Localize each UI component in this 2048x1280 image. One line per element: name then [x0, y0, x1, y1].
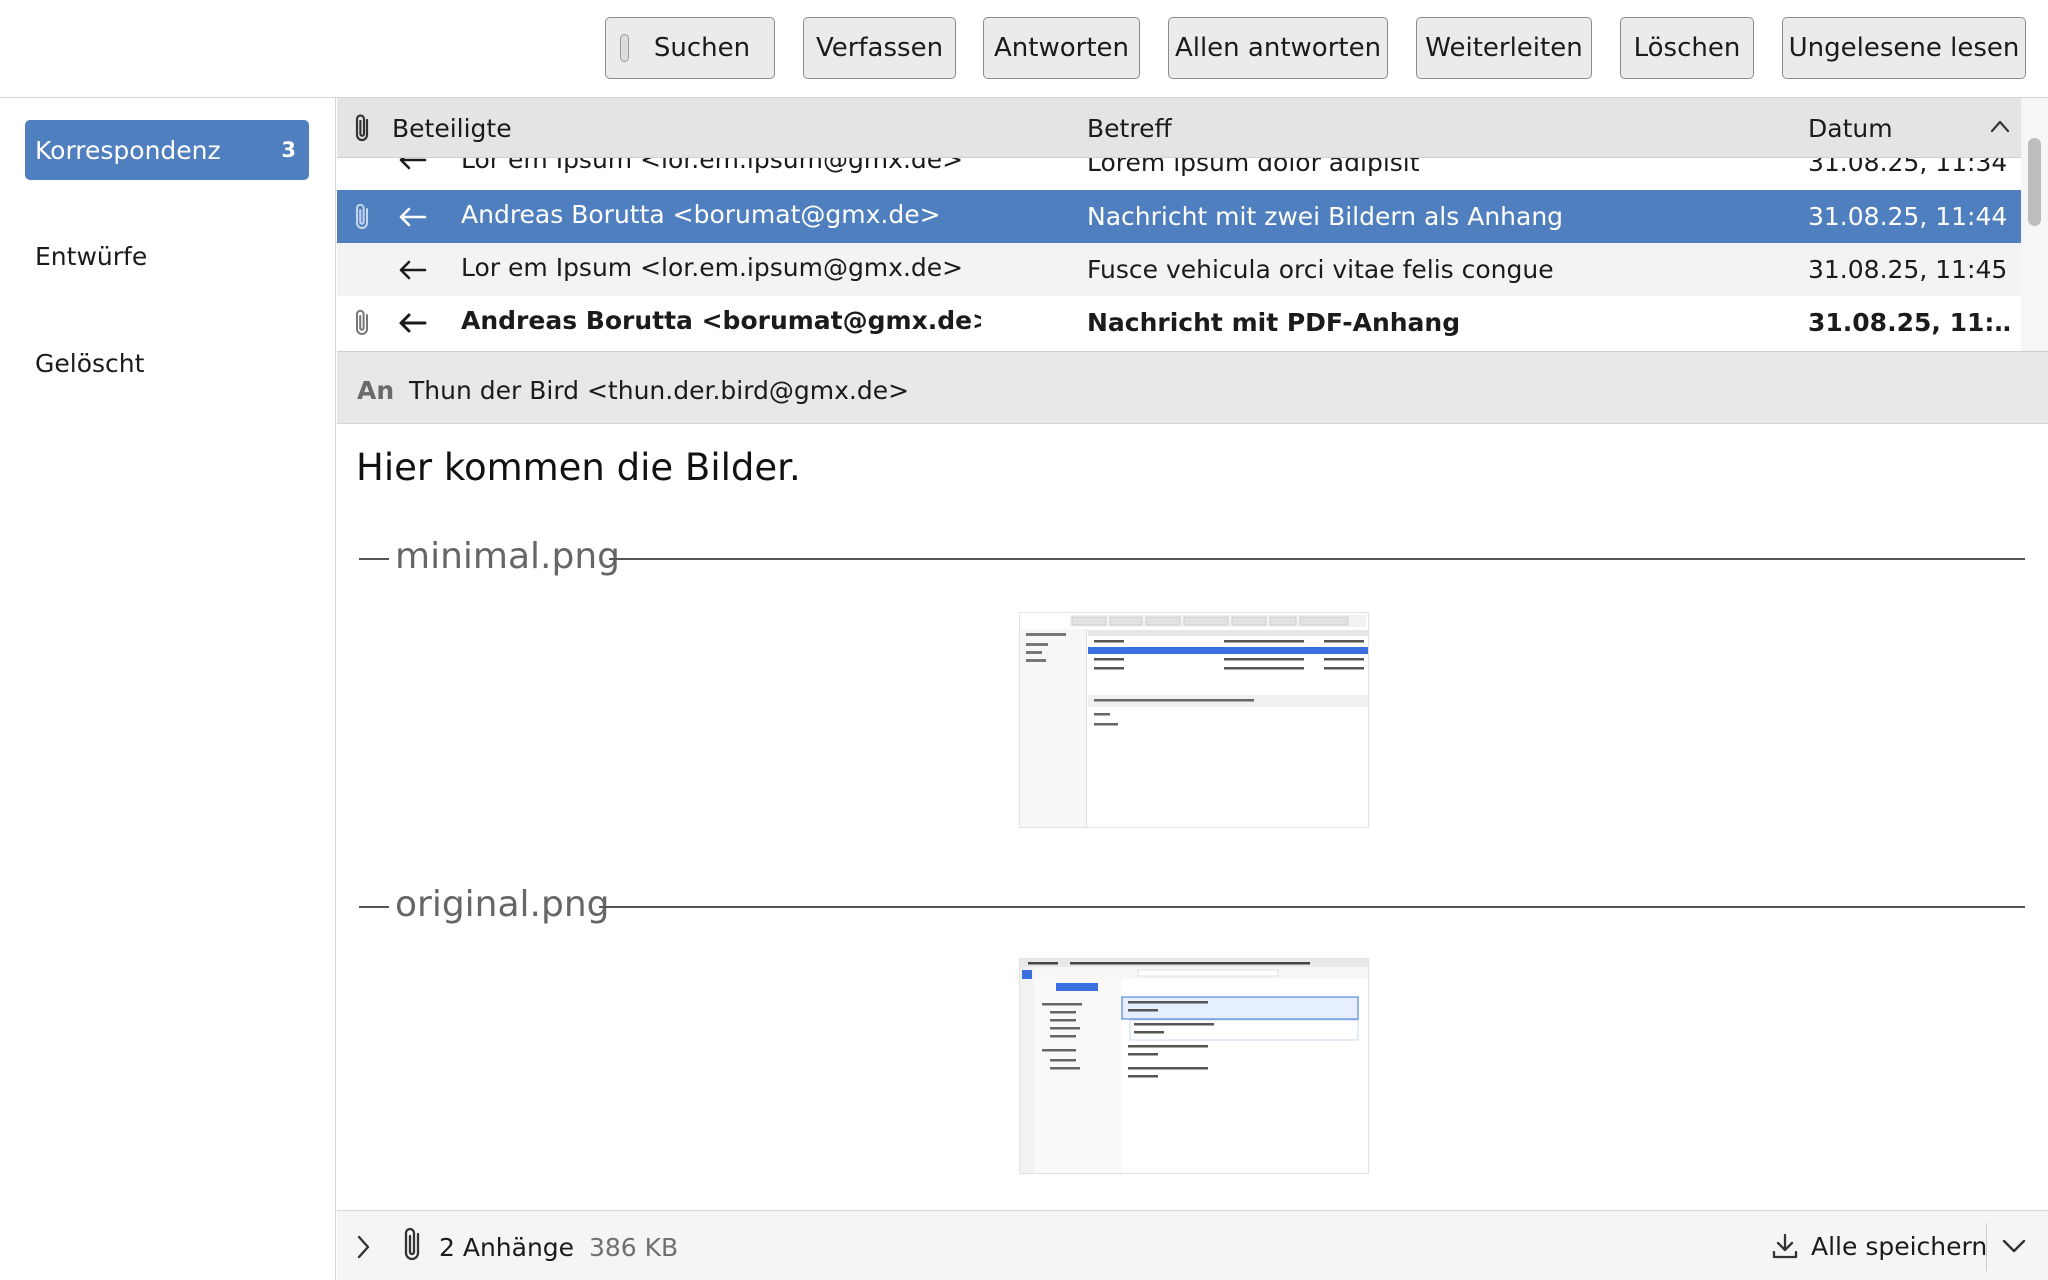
attachment-image-preview[interactable] — [1019, 612, 1369, 828]
divider-line — [359, 558, 389, 560]
list-header: Beteiligte Betreff Datum — [337, 98, 2021, 158]
divider-line — [359, 906, 389, 908]
attachment-icon — [356, 309, 368, 335]
folder-label: Korrespondenz — [35, 135, 221, 165]
row-subject: Fusce vehicula orci vitae felis congue — [1087, 255, 1554, 284]
chevron-down-icon[interactable] — [2000, 1235, 2028, 1257]
row-participants: Andreas Borutta <borumat@gmx.de> — [461, 200, 941, 229]
read-unread-button[interactable]: Ungelesene lesen — [1782, 17, 2026, 79]
message-body: Hier kommen die Bilder. minimal.png orig… — [337, 424, 2048, 1210]
unread-count-badge: 3 — [281, 138, 296, 162]
forward-button[interactable]: Weiterleiten — [1416, 17, 1592, 79]
to-recipient[interactable]: Thun der Bird <thun.der.bird@gmx.de> — [409, 376, 909, 405]
replied-arrow-icon — [399, 260, 427, 280]
attachment-bar: 2 Anhänge 386 KB Alle speichern — [337, 1210, 2048, 1280]
search-field-icon — [620, 34, 629, 62]
row-date: 31.08.25, 11:… — [1808, 308, 2013, 337]
attachment-name: original.png — [391, 884, 614, 925]
folder-geloescht[interactable]: Gelöscht — [25, 333, 309, 393]
divider-line — [609, 558, 2025, 560]
reply-button[interactable]: Antworten — [983, 17, 1140, 79]
row-date: 31.08.25, 11:45 — [1808, 255, 2008, 284]
screenshot-thumbnail — [1020, 613, 1368, 827]
folder-sidebar: Korrespondenz 3 Entwürfe Gelöscht — [0, 98, 336, 1280]
message-text: Hier kommen die Bilder. — [356, 446, 801, 489]
message-row-unread[interactable]: Andreas Borutta <borumat@gmx.de> Nachric… — [337, 296, 2021, 349]
compose-button[interactable]: Verfassen — [803, 17, 956, 79]
replied-arrow-icon — [399, 207, 427, 227]
replied-arrow-icon — [399, 313, 427, 333]
chevron-right-icon[interactable] — [353, 1234, 373, 1260]
toolbar: Suchen Verfassen Antworten Allen antwort… — [0, 0, 2048, 98]
attachment-image-preview[interactable] — [1019, 958, 1369, 1174]
attachment-total-size: 386 KB — [589, 1233, 679, 1262]
to-label: An — [357, 376, 395, 405]
message-list: Beteiligte Betreff Datum Lor em Ipsum <l… — [337, 98, 2048, 352]
search-button[interactable]: Suchen — [605, 17, 775, 79]
row-subject: Nachricht mit PDF-Anhang — [1087, 308, 1461, 337]
screenshot-thumbnail — [1020, 959, 1368, 1173]
message-row-selected[interactable]: Andreas Borutta <borumat@gmx.de> Nachric… — [337, 190, 2021, 243]
list-scrollbar-thumb[interactable] — [2028, 138, 2041, 226]
attachment-column-icon[interactable] — [352, 112, 374, 144]
delete-button[interactable]: Löschen — [1620, 17, 1754, 79]
column-header-participants[interactable]: Beteiligte — [392, 114, 512, 143]
row-participants: Andreas Borutta <borumat@gmx.de> — [461, 306, 981, 335]
reply-all-button[interactable]: Allen antworten — [1168, 17, 1388, 79]
column-header-subject[interactable]: Betreff — [1087, 114, 1172, 143]
folder-korrespondenz[interactable]: Korrespondenz 3 — [25, 120, 309, 180]
save-all-label: Alle speichern — [1811, 1231, 1988, 1261]
folder-label: Entwürfe — [35, 241, 148, 271]
attachment-icon — [356, 203, 368, 229]
attachment-count[interactable]: 2 Anhänge — [439, 1233, 574, 1262]
row-date: 31.08.25, 11:44 — [1808, 202, 2008, 231]
divider-line — [599, 906, 2025, 908]
folder-entwuerfe[interactable]: Entwürfe — [25, 226, 309, 286]
download-icon — [1772, 1233, 1798, 1259]
paperclip-icon — [404, 1227, 420, 1261]
column-header-date[interactable]: Datum — [1808, 114, 1893, 143]
sort-ascending-icon[interactable] — [1990, 118, 2010, 134]
row-subject: Nachricht mit zwei Bildern als Anhang — [1087, 202, 1564, 231]
message-header: An Thun der Bird <thun.der.bird@gmx.de> — [337, 352, 2048, 424]
attachment-name: minimal.png — [391, 536, 624, 577]
attachment-divider: original.png — [359, 884, 2025, 928]
folder-label: Gelöscht — [35, 348, 145, 378]
row-participants: Lor em Ipsum <lor.em.ipsum@gmx.de> — [461, 253, 964, 282]
button-separator — [1986, 1223, 1987, 1271]
save-all-button[interactable]: Alle speichern — [1765, 1221, 2021, 1271]
attachment-divider: minimal.png — [359, 536, 2025, 580]
message-row[interactable]: Lor em Ipsum <lor.em.ipsum@gmx.de> Fusce… — [337, 243, 2021, 296]
